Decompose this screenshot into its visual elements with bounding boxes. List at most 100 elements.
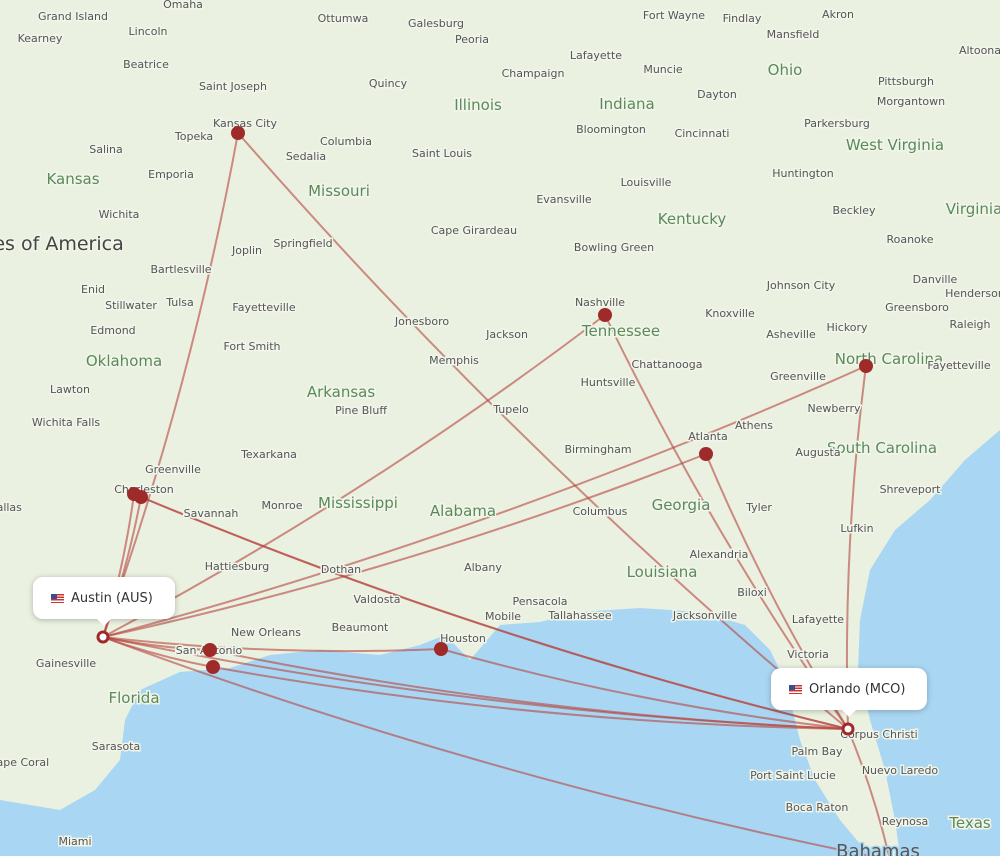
place-label-city: Johnson City [766, 279, 836, 292]
place-label-city: Springfield [273, 237, 332, 250]
airport-marker[interactable] [434, 642, 448, 656]
place-label-city: Kearney [18, 32, 63, 45]
place-label-city: Huntington [772, 167, 834, 180]
place-label-city: Muncie [643, 63, 683, 76]
place-label-city: Morgantown [877, 95, 945, 108]
place-label-city: Omaha [163, 0, 203, 11]
place-label-city: Louisville [621, 176, 672, 189]
place-label-city: Jacksonville [672, 609, 738, 622]
place-label-city: Victoria [787, 648, 829, 661]
place-label-state: Ohio [768, 61, 803, 79]
place-label-city: Wichita Falls [32, 416, 100, 429]
place-label-city: Palm Bay [792, 745, 843, 758]
place-label-city: Port Saint Lucie [750, 769, 836, 782]
place-label-city: Beatrice [123, 58, 169, 71]
place-label-city: Fayetteville [232, 301, 295, 314]
endpoint-marker[interactable] [841, 722, 855, 736]
place-label-city: Asheville [766, 328, 816, 341]
place-label-city: Dothan [321, 563, 361, 576]
place-label-city: Nuevo Laredo [862, 764, 939, 777]
place-label-city: Joplin [231, 244, 262, 257]
place-label-city: Peoria [455, 33, 489, 46]
place-label-city: Memphis [429, 354, 479, 367]
place-label-city: Huntsville [581, 376, 636, 389]
place-label-city: Cape Coral [0, 756, 49, 769]
place-label-state: Kentucky [658, 210, 727, 228]
origin-label: Austin (AUS) [71, 590, 153, 606]
place-label-city: Saint Joseph [199, 80, 267, 93]
place-label-city: Raleigh [950, 318, 991, 331]
place-label-city: Dallas [0, 501, 22, 514]
place-label-city: Topeka [174, 130, 213, 143]
place-label-city: Valdosta [354, 593, 401, 606]
place-label-state: Georgia [652, 496, 711, 514]
place-label-city: Altoona [959, 44, 1000, 57]
origin-tooltip[interactable]: Austin (AUS) [33, 577, 175, 626]
place-label-city: Jackson [485, 328, 528, 341]
place-label-city: Beckley [832, 204, 876, 217]
place-label-city: Galesburg [408, 17, 464, 30]
place-label-city: Chattanooga [632, 358, 703, 371]
place-label-city: Mansfield [767, 28, 820, 41]
place-label-city: Birmingham [564, 443, 631, 456]
place-label-city: Fort Smith [223, 340, 280, 353]
airport-marker[interactable] [598, 308, 612, 322]
airport-marker[interactable] [206, 660, 220, 674]
place-label-city: Stillwater [105, 299, 157, 312]
place-label-state: West Virginia [846, 136, 944, 154]
place-label-city: Wichita [99, 208, 140, 221]
place-label-city: Pensacola [512, 595, 567, 608]
place-label-city: Dayton [697, 88, 737, 101]
place-label-city: Fayetteville [927, 359, 990, 372]
place-label-city: Sarasota [92, 740, 141, 753]
destination-tooltip[interactable]: Orlando (MCO) [771, 668, 927, 717]
place-label-city: Tallahassee [547, 609, 611, 622]
place-label-state: Alabama [430, 502, 496, 520]
place-label-city: Lincoln [129, 25, 168, 38]
place-label-city: Athens [735, 419, 773, 432]
airport-marker[interactable] [231, 126, 245, 140]
place-label-city: Newberry [807, 402, 861, 415]
place-label-city: Hickory [826, 321, 868, 334]
place-label-city: Kansas City [213, 117, 277, 130]
place-label-city: Reynosa [882, 815, 929, 828]
place-label-city: Boca Raton [786, 801, 849, 814]
place-label-state: Oklahoma [86, 352, 162, 370]
place-label-city: Champaign [502, 67, 565, 80]
place-label-state: Indiana [599, 95, 655, 113]
us-flag-icon [789, 684, 802, 694]
airport-marker[interactable] [203, 643, 217, 657]
place-label-city: Texarkana [240, 448, 297, 461]
place-label-city: Salina [89, 143, 123, 156]
place-label-city: Knoxville [705, 307, 755, 320]
place-label-city: Lafayette [792, 613, 844, 626]
place-label-city: Cape Girardeau [431, 224, 517, 237]
place-label-state: Arkansas [307, 383, 376, 401]
place-label-state: Illinois [454, 96, 502, 114]
airport-marker[interactable] [859, 359, 873, 373]
endpoint-marker[interactable] [96, 630, 110, 644]
place-label-city: Columbus [573, 505, 628, 518]
place-label-city: Monroe [262, 499, 303, 512]
place-label-city: Akron [822, 8, 854, 21]
place-label-city: Bartlesville [150, 263, 211, 276]
gulf-of-mexico [0, 608, 870, 856]
airport-marker[interactable] [134, 490, 148, 504]
place-label-city: Ottumwa [318, 12, 369, 25]
place-label-city: Jonesboro [394, 315, 449, 328]
place-label-city: Tulsa [165, 296, 194, 309]
us-flag-icon [51, 593, 64, 603]
place-label-city: Parkersburg [804, 117, 870, 130]
place-label-city: Lafayette [570, 49, 622, 62]
place-label-city: Mobile [485, 610, 521, 623]
place-label-city: Gainesville [36, 657, 96, 670]
route-map[interactable]: Omaha Grand Island Kearney Lincoln Beatrice O… [0, 0, 1000, 856]
airport-marker[interactable] [699, 447, 713, 461]
place-label-city: Miami [58, 835, 91, 848]
place-label-city: Evansville [536, 193, 592, 206]
place-label-city: Albany [464, 561, 502, 574]
place-label-state: Virginia [946, 200, 1000, 218]
place-label-city: Roanoke [886, 233, 933, 246]
place-label-state: Louisiana [627, 563, 698, 581]
route-line [102, 636, 442, 653]
